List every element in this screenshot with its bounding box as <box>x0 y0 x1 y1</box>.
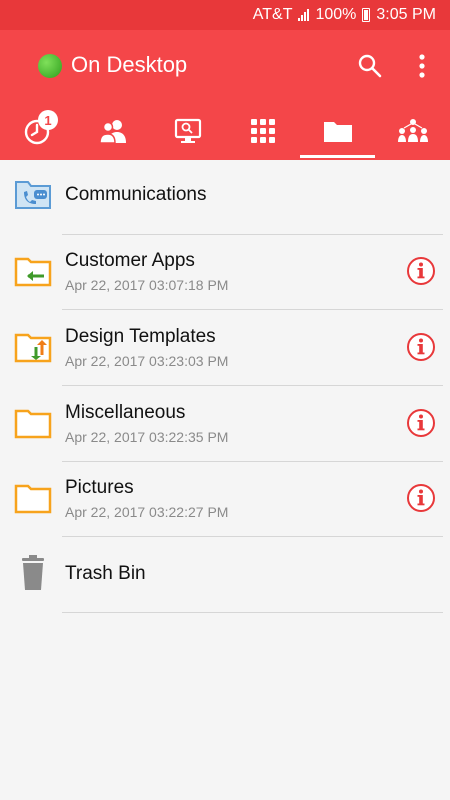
network-icon <box>397 119 428 142</box>
info-icon <box>407 257 435 285</box>
info-button[interactable] <box>406 256 436 286</box>
file-date: Apr 22, 2017 03:22:27 PM <box>65 504 229 520</box>
tab-history[interactable]: 1 <box>0 102 75 160</box>
battery-icon <box>362 8 371 22</box>
info-button[interactable] <box>406 332 436 362</box>
trash-icon <box>14 552 54 592</box>
folder-icon <box>323 122 352 142</box>
selected-tab-indicator <box>300 155 375 158</box>
info-icon <box>407 333 435 361</box>
tab-apps[interactable] <box>225 102 300 160</box>
search-icon <box>358 54 382 78</box>
carrier-label: AT&T <box>252 6 293 23</box>
info-icon <box>407 409 435 437</box>
list-item[interactable]: Pictures Apr 22, 2017 03:22:27 PM <box>0 462 450 537</box>
info-icon <box>407 484 435 512</box>
divider <box>62 612 443 613</box>
monitor-icon <box>174 118 201 143</box>
info-button[interactable] <box>406 408 436 438</box>
battery-label: 100% <box>315 6 357 23</box>
file-name: Trash Bin <box>65 563 146 584</box>
divider <box>62 536 443 537</box>
list-item[interactable]: Miscellaneous Apr 22, 2017 03:22:35 PM <box>0 387 450 462</box>
more-vert-icon <box>419 54 425 78</box>
app-bar: On Desktop <box>0 30 450 102</box>
list-item[interactable]: Customer Apps Apr 22, 2017 03:07:18 PM <box>0 235 450 310</box>
file-date: Apr 22, 2017 03:22:35 PM <box>65 429 229 445</box>
grid-icon <box>250 119 275 143</box>
tab-remote-desktop[interactable] <box>150 102 225 160</box>
notification-badge: 1 <box>38 110 58 130</box>
app-title: On Desktop <box>71 52 188 77</box>
tab-files[interactable] <box>300 102 375 160</box>
tab-contacts[interactable] <box>75 102 150 160</box>
list-item[interactable]: Communications <box>0 160 450 235</box>
file-name: Customer Apps <box>65 250 195 271</box>
file-date: Apr 22, 2017 03:23:03 PM <box>65 353 229 369</box>
folder-icon <box>14 403 54 443</box>
tab-bar: 1 <box>0 102 450 160</box>
folder-icon <box>14 478 54 518</box>
tab-groups[interactable] <box>375 102 450 160</box>
folder-sync-icon <box>14 327 54 367</box>
online-status-icon <box>38 54 62 78</box>
file-name: Miscellaneous <box>65 402 186 423</box>
clock-label: 3:05 PM <box>376 6 436 23</box>
file-name: Pictures <box>65 477 134 498</box>
communications-folder-icon <box>14 176 54 216</box>
signal-icon <box>298 9 310 21</box>
divider <box>62 385 443 386</box>
search-button[interactable] <box>356 52 384 80</box>
overflow-menu-button[interactable] <box>408 52 436 80</box>
folder-download-icon <box>14 251 54 291</box>
list-item[interactable]: Trash Bin <box>0 538 450 613</box>
divider <box>62 309 443 310</box>
file-date: Apr 22, 2017 03:07:18 PM <box>65 277 229 293</box>
file-name: Design Templates <box>65 326 216 347</box>
status-bar: AT&T 100% 3:05 PM <box>0 0 450 30</box>
info-button[interactable] <box>406 483 436 513</box>
list-item[interactable]: Design Templates Apr 22, 2017 03:23:03 P… <box>0 311 450 386</box>
file-name: Communications <box>65 184 207 205</box>
people-icon <box>98 120 126 144</box>
